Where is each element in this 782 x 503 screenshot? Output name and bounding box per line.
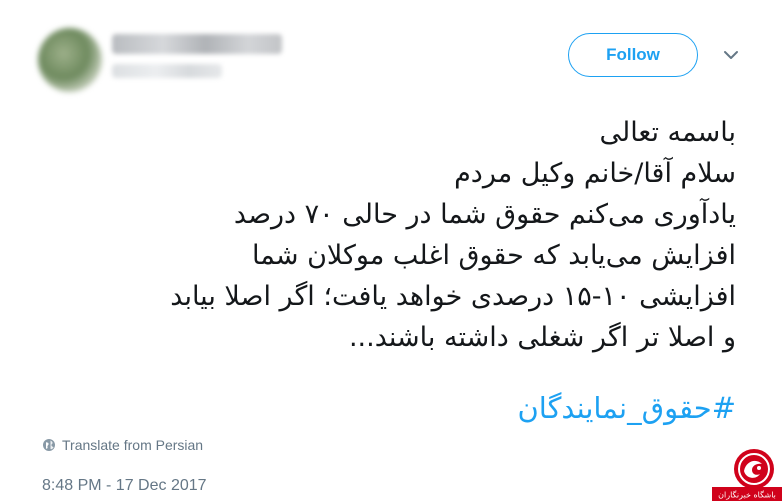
globe-icon [43, 439, 55, 451]
tweet-line: سلام آقا/خانم وکیل مردم [454, 158, 736, 189]
tweet-line: و اصلا تر اگر شغلی داشته باشند... [348, 322, 736, 353]
tweet-line: باسمه تعالی [599, 117, 736, 148]
translate-link[interactable]: Translate from Persian [42, 437, 203, 453]
yjc-logo-watermark: باشگاه خبرنگاران [712, 449, 782, 501]
tweet-line: یادآوری می‌کنم حقوق شما در حالی ۷۰ درصد [233, 199, 736, 230]
username-blurred[interactable] [112, 64, 222, 78]
watermark-text: باشگاه خبرنگاران [718, 490, 776, 500]
follow-button-label: Follow [606, 45, 660, 64]
display-name-blurred[interactable] [112, 34, 282, 54]
tweet-timestamp[interactable]: 8:48 PM - 17 Dec 2017 [42, 477, 207, 495]
tweet-line: افزایشی ۱۰-۱۵ درصدی خواهد یافت؛ اگر اصلا… [170, 281, 736, 312]
chevron-down-icon[interactable] [722, 48, 740, 62]
tweet-line: افزایش می‌یابد که حقوق اغلب موکلان شما [252, 240, 736, 271]
tweet-text: باسمه تعالی سلام آقا/خانم وکیل مردم یادآ… [36, 112, 736, 358]
translate-label: Translate from Persian [62, 437, 204, 453]
hashtag-link[interactable]: #حقوق_نمایندگان [517, 386, 736, 430]
avatar[interactable] [38, 28, 102, 92]
follow-button[interactable]: Follow [568, 33, 698, 77]
